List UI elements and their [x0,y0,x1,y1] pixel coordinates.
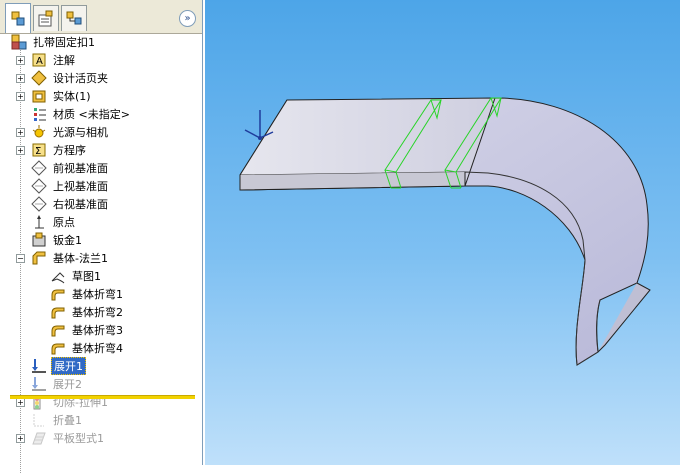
expand-toggle[interactable]: + [16,128,25,137]
feature-manager-panel: » 扎带固定扣1 + A 注解 + 设计活页夹 + 实体(1) 材质 <未指定> + 光源与相机 +… [0,0,203,473]
tree-item[interactable]: + 实体(1) [16,87,93,105]
tree-item-label: 草图1 [72,270,101,283]
origin-icon [35,215,44,229]
tree-root[interactable]: 扎带固定扣1 [11,33,97,51]
tree-item-label: 原点 [53,216,75,229]
feature-tree: 扎带固定扣1 + A 注解 + 设计活页夹 + 实体(1) 材质 <未指定> + 光源与相机 + Σ 方… [0,33,202,473]
tree-item-label: 实体(1) [53,90,91,103]
bend-icon [51,343,65,355]
tree-item-label: 基体折弯2 [72,306,123,319]
graphics-viewport[interactable] [205,0,680,465]
tree-item-label: 基体折弯4 [72,342,123,355]
expand-toggle[interactable]: + [16,398,25,407]
collapse-toggle[interactable]: − [16,254,25,263]
tree-item[interactable]: + A 注解 [16,51,77,69]
tree-item-label: 注解 [53,54,75,67]
tree-item-label: 折叠1 [53,414,82,427]
expand-toggle[interactable]: + [16,74,25,83]
property-manager-icon [38,10,53,26]
tree-item[interactable]: + 平板型式1 [16,429,106,447]
tree-item[interactable]: + 光源与相机 [16,123,110,141]
tree-item-label: 基体折弯1 [72,288,123,301]
sheet-metal-part-model [239,97,651,366]
svg-text:Σ: Σ [35,146,41,157]
plane-icon [31,196,47,212]
svg-text:A: A [36,56,43,67]
double-chevron-right-icon: » [184,12,191,24]
tree-item[interactable]: 基体折弯1 [50,285,125,303]
tree-item-label: 钣金1 [53,234,82,247]
expand-toggle[interactable]: + [16,92,25,101]
plane-icon [31,178,47,194]
configuration-manager-icon [66,11,82,24]
tree-item-label: 展开1 [51,357,86,375]
tree-item[interactable]: 折叠1 [31,411,84,429]
tree-item[interactable]: 基体折弯4 [50,339,125,357]
tree-item[interactable]: + 设计活页夹 [16,69,110,87]
tree-item[interactable]: + Σ 方程序 [16,141,88,159]
tree-item[interactable]: 基体折弯3 [50,321,125,339]
tree-item[interactable]: 钣金1 [31,231,84,249]
tree-item[interactable]: 材质 <未指定> [31,105,132,123]
solid-bodies-icon [32,90,46,103]
annotations-icon: A [32,53,46,67]
bend-icon [51,307,65,319]
tree-item[interactable]: 展开1 [31,357,86,375]
tree-item[interactable]: 草图1 [50,267,103,285]
tree-item-label: 材质 <未指定> [53,108,130,121]
tree-item-label: 右视基准面 [53,198,108,211]
tree-item[interactable]: 展开2 [31,375,84,393]
tree-item[interactable]: 右视基准面 [31,195,110,213]
tree-item-label: 前视基准面 [53,162,108,175]
bend-icon [51,289,65,301]
unfold-icon [32,359,46,373]
tree-item-label: 光源与相机 [53,126,108,139]
design-binder-icon [31,70,47,86]
lights-cameras-icon [32,125,46,138]
tree-item[interactable]: 原点 [31,213,77,231]
collapse-panel-button[interactable]: » [179,10,196,27]
configuration-manager-tab[interactable] [61,5,87,31]
tree-item[interactable]: 前视基准面 [31,159,110,177]
tree-item-label: 平板型式1 [53,432,104,445]
expand-toggle[interactable]: + [16,56,25,65]
expand-toggle[interactable]: + [16,146,25,155]
tree-item-label: 基体折弯3 [72,324,123,337]
base-flange-icon [32,251,46,265]
part-icon [11,34,27,50]
feature-manager-icon [11,11,25,25]
tree-item-label: 上视基准面 [53,180,108,193]
feature-manager-tab[interactable] [5,3,31,33]
tree-item[interactable]: 基体折弯2 [50,303,125,321]
sheet-metal-icon [32,232,46,247]
expand-toggle[interactable]: + [16,434,25,443]
fold-icon [33,414,44,427]
tree-item-label: 设计活页夹 [53,72,108,85]
tree-item[interactable]: 上视基准面 [31,177,110,195]
bend-icon [51,325,65,337]
tree-item-label: 方程序 [53,144,86,157]
flat-pattern-icon [32,432,46,445]
sketch-icon [51,272,65,284]
unfold-icon [32,377,46,391]
equations-icon: Σ [32,143,46,157]
plane-icon [31,160,47,176]
manager-tab-bar: » [0,0,202,34]
tree-root-label: 扎带固定扣1 [33,36,95,49]
material-icon [34,108,46,121]
rollback-bar[interactable] [10,395,195,399]
tree-item[interactable]: − 基体-法兰1 [16,249,110,267]
tree-item-label: 基体-法兰1 [53,252,108,265]
tree-item-label: 展开2 [53,378,82,391]
property-manager-tab[interactable] [33,5,59,31]
